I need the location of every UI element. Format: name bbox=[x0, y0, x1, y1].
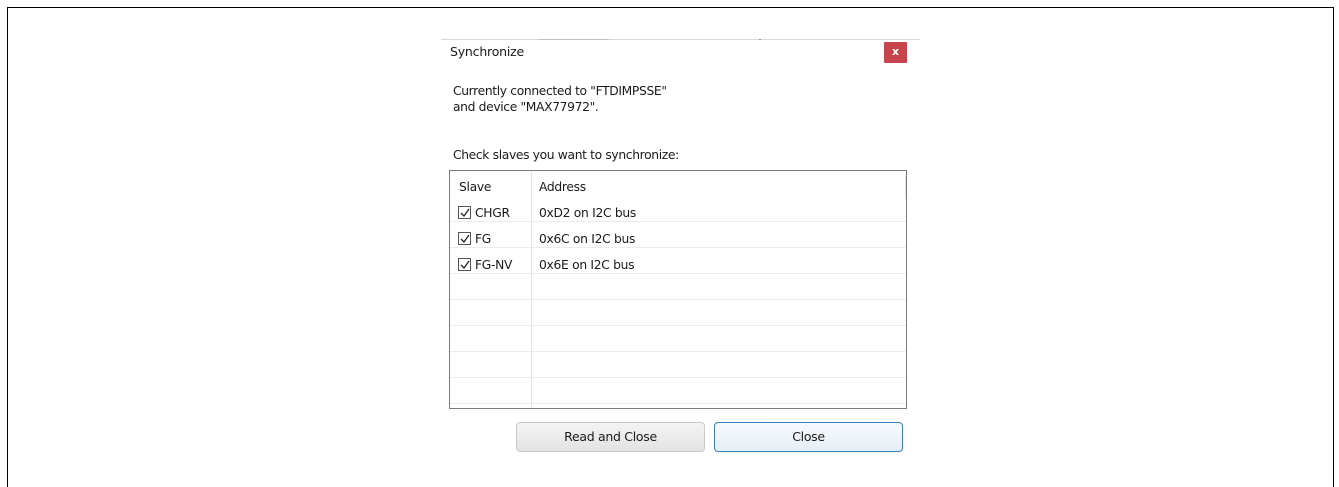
slave-address: 0xD2 on I2C bus bbox=[539, 206, 636, 220]
close-icon[interactable]: x bbox=[884, 42, 907, 63]
connection-info-line-1: Currently connected to "FTDIMPSSE" bbox=[453, 84, 667, 98]
table-row[interactable]: FG 0x6C on I2C bus bbox=[450, 226, 906, 252]
row-separator bbox=[450, 351, 906, 352]
slave-name: FG-NV bbox=[475, 258, 513, 272]
instruction-text: Check slaves you want to synchronize: bbox=[453, 148, 679, 162]
row-separator bbox=[450, 377, 906, 378]
dialog-top-segment bbox=[539, 39, 609, 40]
slave-name: CHGR bbox=[475, 206, 510, 220]
row-separator bbox=[450, 325, 906, 326]
checkbox-chgr[interactable] bbox=[458, 206, 471, 219]
table-row[interactable]: CHGR 0xD2 on I2C bus bbox=[450, 200, 906, 226]
dialog-title: Synchronize bbox=[450, 44, 525, 59]
check-icon bbox=[460, 208, 470, 218]
column-header-address[interactable]: Address bbox=[539, 180, 586, 194]
read-and-close-button[interactable]: Read and Close bbox=[516, 422, 705, 452]
slave-address: 0x6C on I2C bus bbox=[539, 232, 636, 246]
dialog-top-border bbox=[441, 39, 920, 40]
check-icon bbox=[460, 234, 470, 244]
dialog-top-tick bbox=[759, 39, 761, 40]
slave-table: Slave Address CHGR 0xD2 on I2C bus FG 0x… bbox=[449, 170, 907, 409]
slave-address: 0x6E on I2C bus bbox=[539, 258, 635, 272]
connection-info-line-2: and device "MAX77972". bbox=[453, 100, 599, 114]
synchronize-dialog: Synchronize x Currently connected to "FT… bbox=[441, 39, 920, 459]
header-divider bbox=[905, 175, 906, 199]
connection-info: Currently connected to "FTDIMPSSE" and d… bbox=[453, 83, 667, 115]
check-icon bbox=[460, 260, 470, 270]
row-separator bbox=[450, 403, 906, 404]
checkbox-fg-nv[interactable] bbox=[458, 258, 471, 271]
close-button[interactable]: Close bbox=[714, 422, 903, 452]
row-separator bbox=[450, 299, 906, 300]
slave-name: FG bbox=[475, 232, 492, 246]
checkbox-fg[interactable] bbox=[458, 232, 471, 245]
column-header-slave[interactable]: Slave bbox=[459, 180, 491, 194]
table-row[interactable]: FG-NV 0x6E on I2C bus bbox=[450, 252, 906, 278]
